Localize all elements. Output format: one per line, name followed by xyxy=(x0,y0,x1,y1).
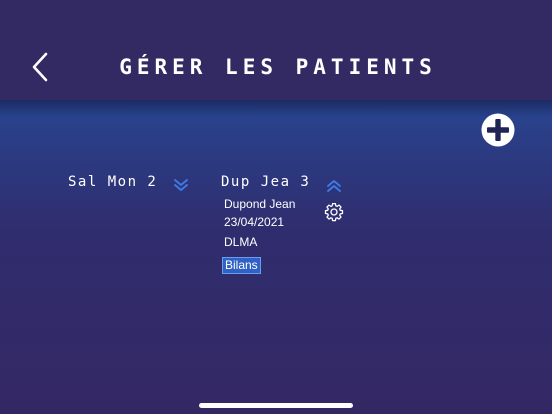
collapse-button[interactable] xyxy=(325,177,343,195)
bilans-button[interactable]: Bilans xyxy=(222,257,261,274)
double-chevron-down-icon xyxy=(174,179,188,191)
patient-name: Dupond Jean xyxy=(224,197,296,211)
patient-code[interactable]: Dup Jea 3 xyxy=(221,172,310,192)
patient-code[interactable]: Sal Mon 2 xyxy=(68,172,157,192)
double-chevron-up-icon xyxy=(327,180,341,192)
patient-type: DLMA xyxy=(224,235,258,249)
home-indicator[interactable] xyxy=(199,403,353,408)
gear-icon xyxy=(324,202,344,222)
expand-button[interactable] xyxy=(172,176,190,194)
header-bar xyxy=(0,0,552,100)
add-patient-button[interactable] xyxy=(480,112,516,148)
patient-date: 23/04/2021 xyxy=(224,215,285,229)
patient-settings-button[interactable] xyxy=(324,202,344,222)
plus-circle-icon xyxy=(481,113,515,147)
page-title: GÉRER LES PATIENTS xyxy=(119,55,437,79)
header-shadow xyxy=(0,100,552,118)
